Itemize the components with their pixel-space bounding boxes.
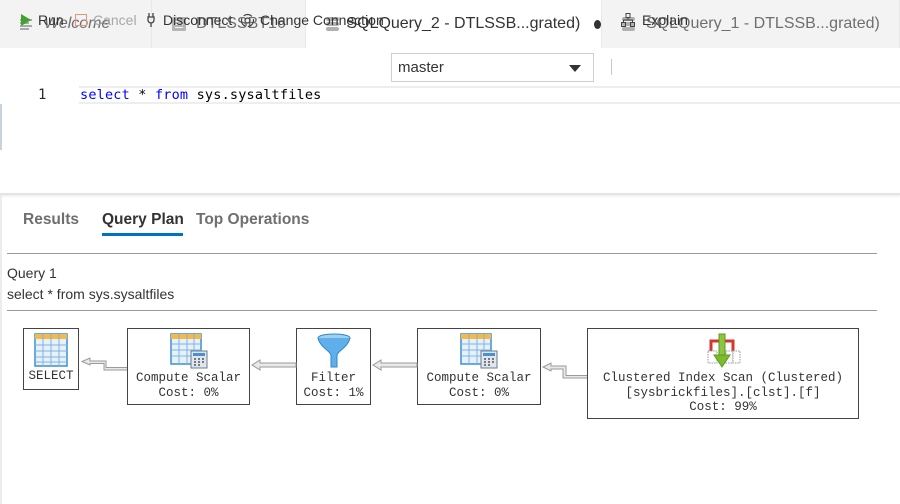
- plan-arrow: [251, 359, 297, 371]
- query-sql-text: select * from sys.sysaltfiles: [7, 286, 175, 302]
- plan-node-clustered-index-scan[interactable]: Clustered Index Scan (Clustered) [sysbri…: [587, 328, 859, 419]
- tab-top-operations[interactable]: Top Operations: [196, 211, 309, 229]
- code-token-keyword: from: [154, 87, 189, 103]
- filter-funnel-icon: [317, 333, 350, 368]
- code-token: sys.sysaltfiles: [188, 87, 322, 103]
- query-title: Query 1: [7, 265, 57, 281]
- change-connection-icon: [240, 13, 255, 27]
- plan-arrow: [80, 357, 127, 371]
- toolbar-separator: [611, 59, 612, 75]
- results-pane-border: [0, 195, 2, 504]
- editor-gutter-marker: [0, 104, 2, 150]
- plan-node-name: Filter: [310, 371, 356, 385]
- select-table-icon: [34, 333, 68, 367]
- active-tab-indicator: [102, 233, 183, 236]
- plan-node-cost: Cost: 1%: [303, 385, 364, 400]
- chevron-down-icon: [569, 65, 581, 72]
- plan-node-select[interactable]: SELECT: [23, 328, 79, 390]
- plan-node-compute-scalar[interactable]: Compute Scalar Cost: 0%: [127, 328, 250, 405]
- divider: [7, 310, 877, 311]
- compute-scalar-icon: [169, 333, 207, 369]
- code-token-keyword: select: [80, 87, 130, 103]
- explain-tree-icon: [621, 13, 635, 27]
- explain-label: Explain: [642, 12, 688, 28]
- plan-node-cost: Cost: 0%: [158, 385, 219, 400]
- plan-arrow: [541, 362, 587, 379]
- explain-button[interactable]: Explain: [621, 12, 688, 28]
- disconnect-label: Disconnect: [163, 12, 233, 28]
- run-button[interactable]: Run: [21, 12, 64, 28]
- database-select-value: master: [398, 59, 444, 76]
- plan-node-compute-scalar[interactable]: Compute Scalar Cost: 0%: [417, 328, 541, 405]
- line-number: 1: [38, 87, 47, 103]
- compute-scalar-icon: [460, 333, 498, 369]
- unsaved-dot-icon[interactable]: [594, 19, 601, 29]
- plan-node-name: SELECT: [28, 369, 74, 383]
- cancel-button[interactable]: Cancel: [75, 12, 137, 28]
- change-connection-button[interactable]: Change Connection: [240, 12, 384, 28]
- plan-node-name: Compute Scalar: [135, 371, 242, 385]
- tab-results[interactable]: Results: [23, 211, 79, 229]
- plan-node-filter[interactable]: Filter Cost: 1%: [296, 328, 371, 405]
- stop-icon: [75, 14, 87, 26]
- pane-splitter[interactable]: [0, 193, 900, 195]
- code-line[interactable]: select * from sys.sysaltfiles: [80, 87, 322, 103]
- clustered-index-scan-icon: [707, 333, 741, 368]
- database-select[interactable]: master: [391, 53, 594, 82]
- run-label: Run: [38, 12, 64, 28]
- plan-node-cost: Cost: 99%: [689, 400, 757, 414]
- plan-node-name: Clustered Index Scan (Clustered): [602, 371, 844, 385]
- cancel-label: Cancel: [93, 12, 137, 28]
- disconnect-plug-icon: [147, 13, 155, 27]
- code-token: *: [129, 87, 155, 103]
- plan-node-name: Compute Scalar: [426, 371, 532, 385]
- divider: [7, 253, 877, 254]
- plan-node-detail: [sysbrickfiles].[clst].[f]: [625, 385, 821, 400]
- tab-query-plan[interactable]: Query Plan: [102, 211, 184, 229]
- change-connection-label: Change Connection: [260, 12, 384, 28]
- play-icon: [21, 14, 31, 26]
- plan-arrow: [372, 359, 418, 371]
- disconnect-button[interactable]: Disconnect: [145, 12, 232, 28]
- plan-node-cost: Cost: 0%: [448, 385, 509, 400]
